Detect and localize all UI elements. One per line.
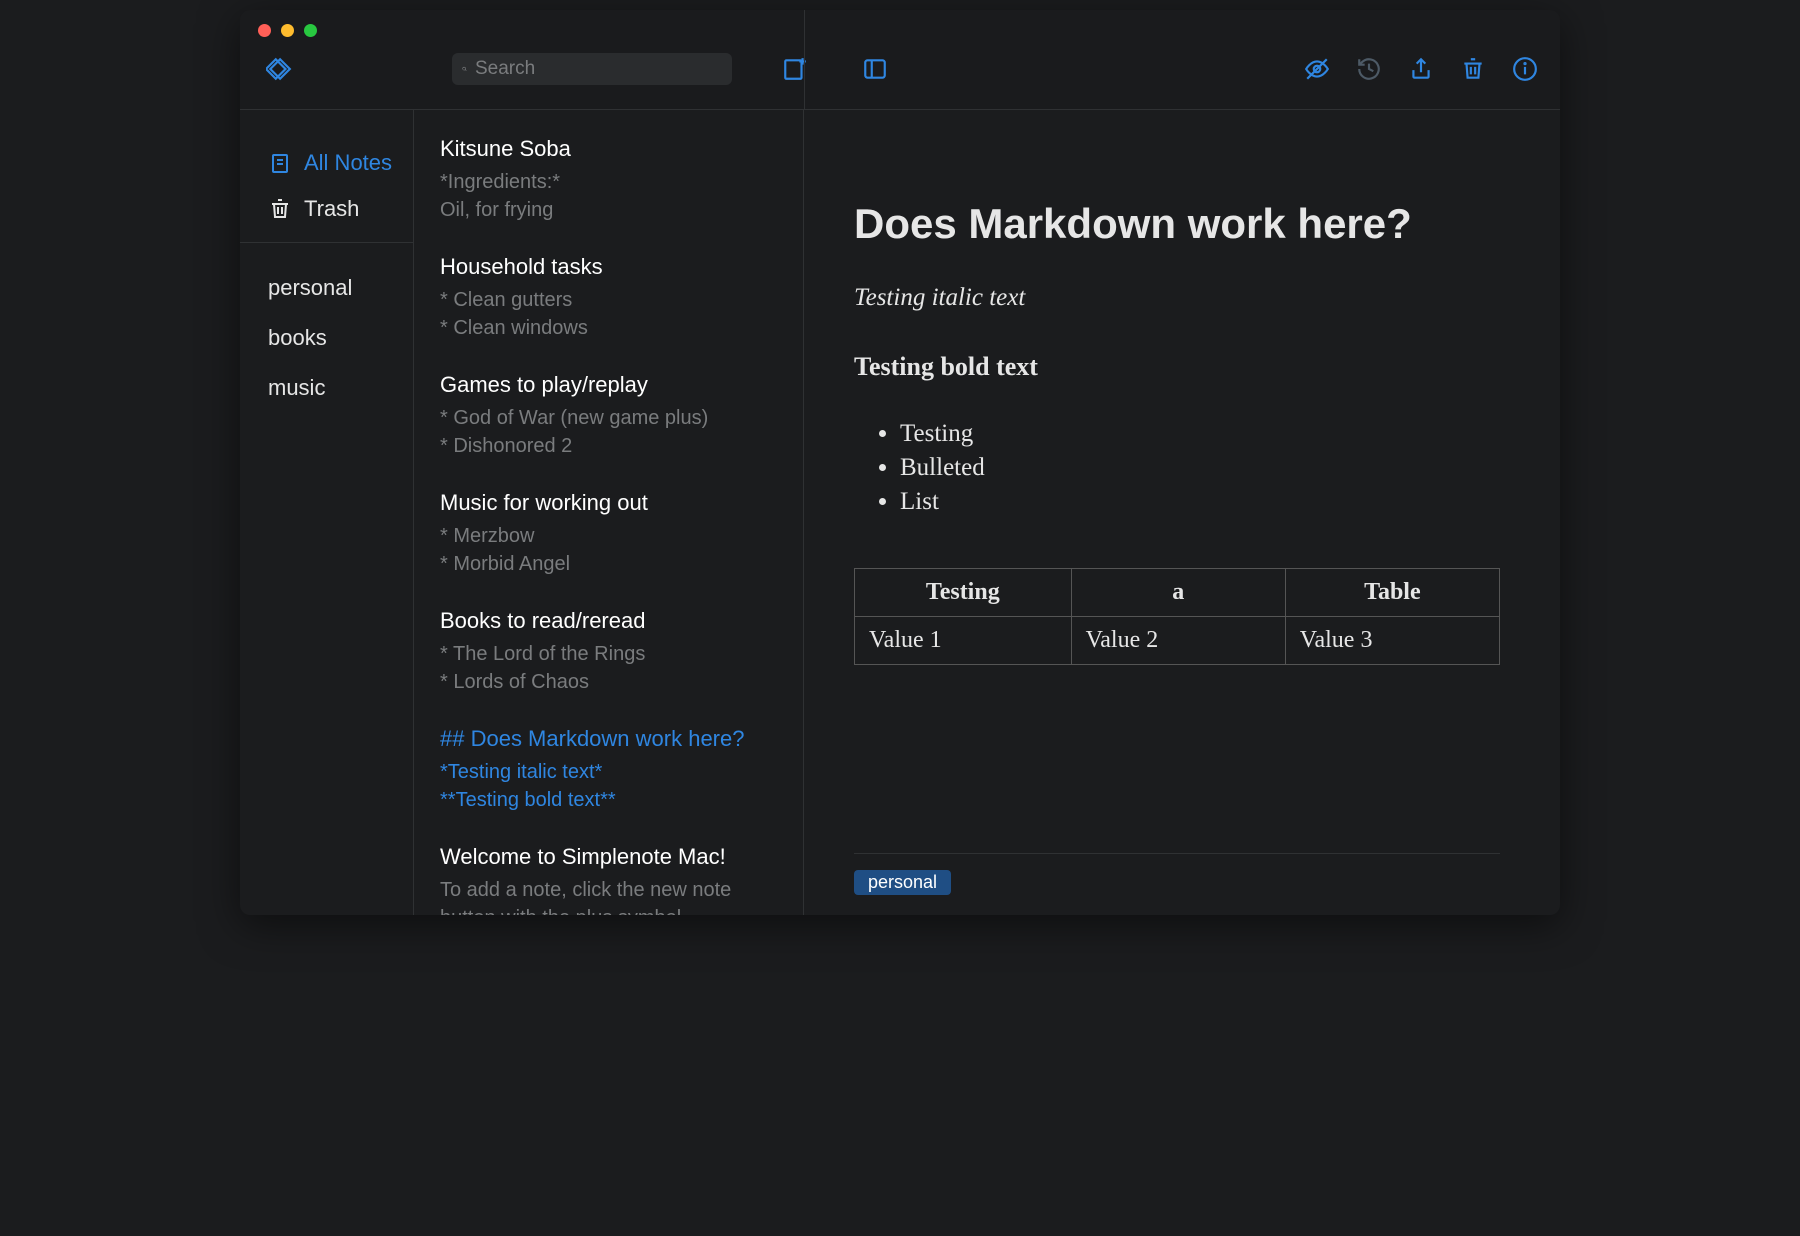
table-cell: Value 3 (1285, 617, 1499, 665)
list-item: Testing (900, 420, 1500, 448)
zoom-window-button[interactable] (304, 24, 317, 37)
note-item[interactable]: Welcome to Simplenote Mac! To add a note… (440, 844, 777, 915)
editor-italic-line: Testing italic text (854, 284, 1500, 312)
note-item[interactable]: ## Does Markdown work here? *Testing ita… (440, 726, 777, 844)
search-input[interactable] (452, 53, 732, 85)
sidebar-tag-books[interactable]: books (240, 313, 413, 363)
table-cell: Value 2 (1071, 617, 1285, 665)
table-row: Value 1 Value 2 Value 3 (855, 617, 1500, 665)
note-item[interactable]: Games to play/replay * God of War (new g… (440, 372, 777, 490)
editor-table: Testing a Table Value 1 Value 2 Value 3 (854, 568, 1500, 665)
note-title: Music for working out (440, 490, 777, 516)
sidebar-separator (240, 242, 413, 243)
table-header-row: Testing a Table (855, 569, 1500, 617)
note-preview: *Testing italic text* **Testing bold tex… (440, 758, 777, 814)
new-note-button[interactable] (780, 54, 810, 84)
editor-heading: Does Markdown work here? (854, 200, 1500, 248)
close-window-button[interactable] (258, 24, 271, 37)
tags-icon[interactable] (264, 54, 294, 84)
table-header: a (1071, 569, 1285, 617)
editor-footer: personal (854, 853, 1500, 895)
note-title: ## Does Markdown work here? (440, 726, 777, 752)
note-preview: * God of War (new game plus) * Dishonore… (440, 404, 777, 460)
editor-bold-line: Testing bold text (854, 352, 1500, 382)
sidebar-item-label: Trash (304, 196, 359, 222)
toolbar (240, 10, 1560, 110)
content-area: All Notes Trash personal books music Kit… (240, 110, 1560, 915)
notes-icon (268, 151, 292, 175)
sidebar-all-notes[interactable]: All Notes (240, 140, 413, 186)
note-title: Household tasks (440, 254, 777, 280)
minimize-window-button[interactable] (281, 24, 294, 37)
note-preview: * The Lord of the Rings * Lords of Chaos (440, 640, 777, 696)
sidebar-tag-personal[interactable]: personal (240, 263, 413, 313)
note-preview: * Merzbow * Morbid Angel (440, 522, 777, 578)
preview-toggle-button[interactable] (1302, 54, 1332, 84)
toolbar-divider (804, 10, 805, 110)
sidebar-trash[interactable]: Trash (240, 186, 413, 232)
trash-icon (268, 197, 292, 221)
note-title: Games to play/replay (440, 372, 777, 398)
toolbar-left (260, 35, 820, 85)
note-preview: *Ingredients:* Oil, for frying (440, 168, 777, 224)
editor-bullet-list: Testing Bulleted List (854, 414, 1500, 522)
note-preview: To add a note, click the new note button… (440, 876, 777, 915)
info-button[interactable] (1510, 54, 1540, 84)
note-list[interactable]: Kitsune Soba *Ingredients:* Oil, for fry… (414, 110, 804, 915)
note-title: Welcome to Simplenote Mac! (440, 844, 777, 870)
table-cell: Value 1 (855, 617, 1072, 665)
table-header: Table (1285, 569, 1499, 617)
note-editor[interactable]: Does Markdown work here? Testing italic … (804, 110, 1560, 915)
list-item: List (900, 488, 1500, 516)
note-item[interactable]: Music for working out * Merzbow * Morbid… (440, 490, 777, 608)
note-tag-chip[interactable]: personal (854, 870, 951, 895)
sidebar-item-label: All Notes (304, 150, 392, 176)
note-title: Books to read/reread (440, 608, 777, 634)
list-item: Bulleted (900, 454, 1500, 482)
window-controls (258, 24, 317, 37)
toolbar-right (820, 36, 1540, 84)
search-icon (462, 61, 467, 77)
trash-button[interactable] (1458, 54, 1488, 84)
search-field[interactable] (473, 57, 722, 81)
note-item[interactable]: Books to read/reread * The Lord of the R… (440, 608, 777, 726)
sidebar: All Notes Trash personal books music (240, 110, 414, 915)
note-item[interactable]: Household tasks * Clean gutters * Clean … (440, 254, 777, 372)
note-preview: * Clean gutters * Clean windows (440, 286, 777, 342)
note-title: Kitsune Soba (440, 136, 777, 162)
note-item[interactable]: Kitsune Soba *Ingredients:* Oil, for fry… (440, 136, 777, 254)
sidebar-tag-music[interactable]: music (240, 363, 413, 413)
app-window: All Notes Trash personal books music Kit… (240, 10, 1560, 915)
share-button[interactable] (1406, 54, 1436, 84)
table-header: Testing (855, 569, 1072, 617)
history-button[interactable] (1354, 54, 1384, 84)
toggle-panels-button[interactable] (860, 54, 890, 84)
